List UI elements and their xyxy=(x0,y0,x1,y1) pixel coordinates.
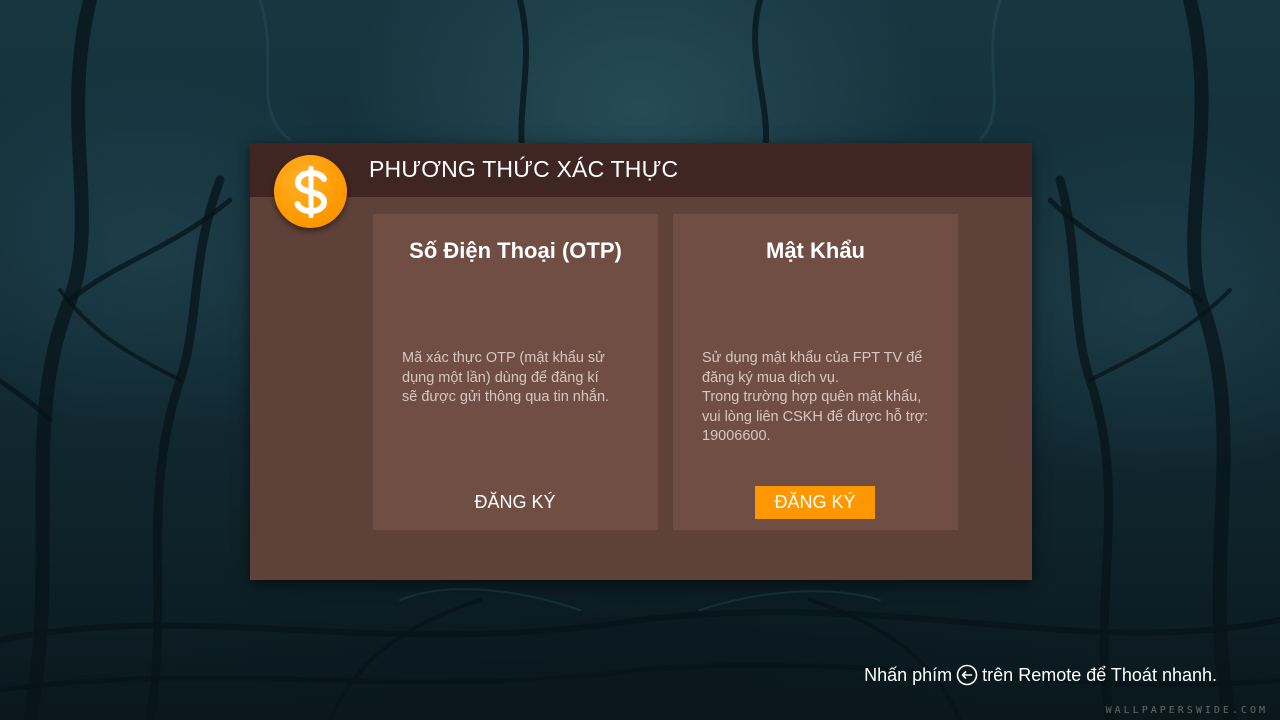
option-description-password: Sử dụng mật khẩu của FPT TV để đăng ký m… xyxy=(702,349,947,447)
description-line: Sử dụng mật khẩu của FPT TV để xyxy=(702,350,923,366)
description-line: Trong trường hợp quên mật khẩu, xyxy=(702,389,922,405)
dialog-title: PHƯƠNG THỨC XÁC THỰC xyxy=(369,156,679,182)
dialog-header: PHƯƠNG THỨC XÁC THỰC xyxy=(250,143,1032,197)
dollar-coin-icon xyxy=(274,155,347,228)
description-line: 19006600. xyxy=(702,428,771,444)
description-line: vui lòng liên CSKH để được hỗ trợ: xyxy=(702,408,929,425)
exit-hint: Nhấn phím trên Remote để Thoát nhanh. xyxy=(864,664,1217,686)
description-line: đăng ký mua dịch vụ. xyxy=(702,369,840,386)
option-title-otp: Số Điện Thoại (OTP) xyxy=(409,238,622,263)
description-line: dụng một lần) dùng để đăng kí xyxy=(402,369,599,386)
description-line: Mã xác thực OTP (mật khẩu sử xyxy=(402,350,605,366)
option-card-password[interactable]: Mật Khẩu Sử dụng mật khẩu của FPT TV để … xyxy=(673,214,958,530)
register-otp-button[interactable]: ĐĂNG KÝ xyxy=(455,486,575,519)
option-title-password: Mật Khẩu xyxy=(766,238,865,263)
remote-back-icon xyxy=(956,664,978,686)
option-card-otp[interactable]: Số Điện Thoại (OTP) Mã xác thực OTP (mật… xyxy=(373,214,658,530)
screen: PHƯƠNG THỨC XÁC THỰC Số Điện Thoại (OTP)… xyxy=(0,0,1280,720)
register-password-button[interactable]: ĐĂNG KÝ xyxy=(755,486,875,519)
exit-hint-suffix: trên Remote để Thoát nhanh. xyxy=(982,664,1217,685)
watermark: WALLPAPERSWIDE.COM xyxy=(1105,705,1268,716)
description-line: sẽ được gửi thông qua tin nhắn. xyxy=(402,389,610,405)
option-description-otp: Mã xác thực OTP (mật khẩu sử dụng một lầ… xyxy=(402,349,647,408)
exit-hint-prefix: Nhấn phím xyxy=(864,664,953,685)
